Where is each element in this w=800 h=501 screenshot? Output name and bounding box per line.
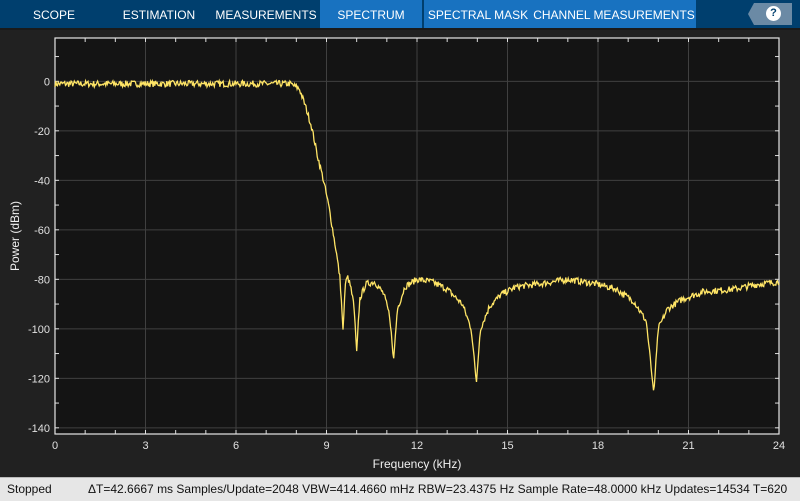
y-tick-label: -80 xyxy=(34,274,50,286)
x-tick-label: 9 xyxy=(323,440,329,452)
x-tick-label: 12 xyxy=(411,440,423,452)
y-tick-label: -60 xyxy=(34,225,50,237)
x-tick-label: 24 xyxy=(773,440,785,452)
y-tick-label: 0 xyxy=(44,76,50,88)
spectrum-plot: 0 3 6 9 12 15 18 21 24 0 -20 -40 -60 -80 -100 -120 -140 F… xyxy=(8,37,785,471)
y-axis-label: Power (dBm) xyxy=(8,201,22,271)
status-bar: Stopped ΔT=42.6667 ms Samples/Update=204… xyxy=(0,477,800,501)
x-tick-label: 3 xyxy=(142,440,148,452)
y-tick-label: -120 xyxy=(28,373,50,385)
x-tick-label: 15 xyxy=(501,440,513,452)
y-tick-label: -40 xyxy=(34,175,50,187)
y-tick-label: -140 xyxy=(28,423,50,435)
x-tick-label: 6 xyxy=(233,440,239,452)
x-tick-label: 21 xyxy=(682,440,694,452)
status-info: ΔT=42.6667 ms Samples/Update=2048 VBW=41… xyxy=(88,482,788,496)
x-axis-label: Frequency (kHz) xyxy=(373,457,462,471)
y-tick-label: -20 xyxy=(34,126,50,138)
x-tick-label: 0 xyxy=(52,440,58,452)
x-tick-label: 18 xyxy=(592,440,604,452)
y-tick-label: -100 xyxy=(28,324,50,336)
status-state: Stopped xyxy=(7,482,52,496)
